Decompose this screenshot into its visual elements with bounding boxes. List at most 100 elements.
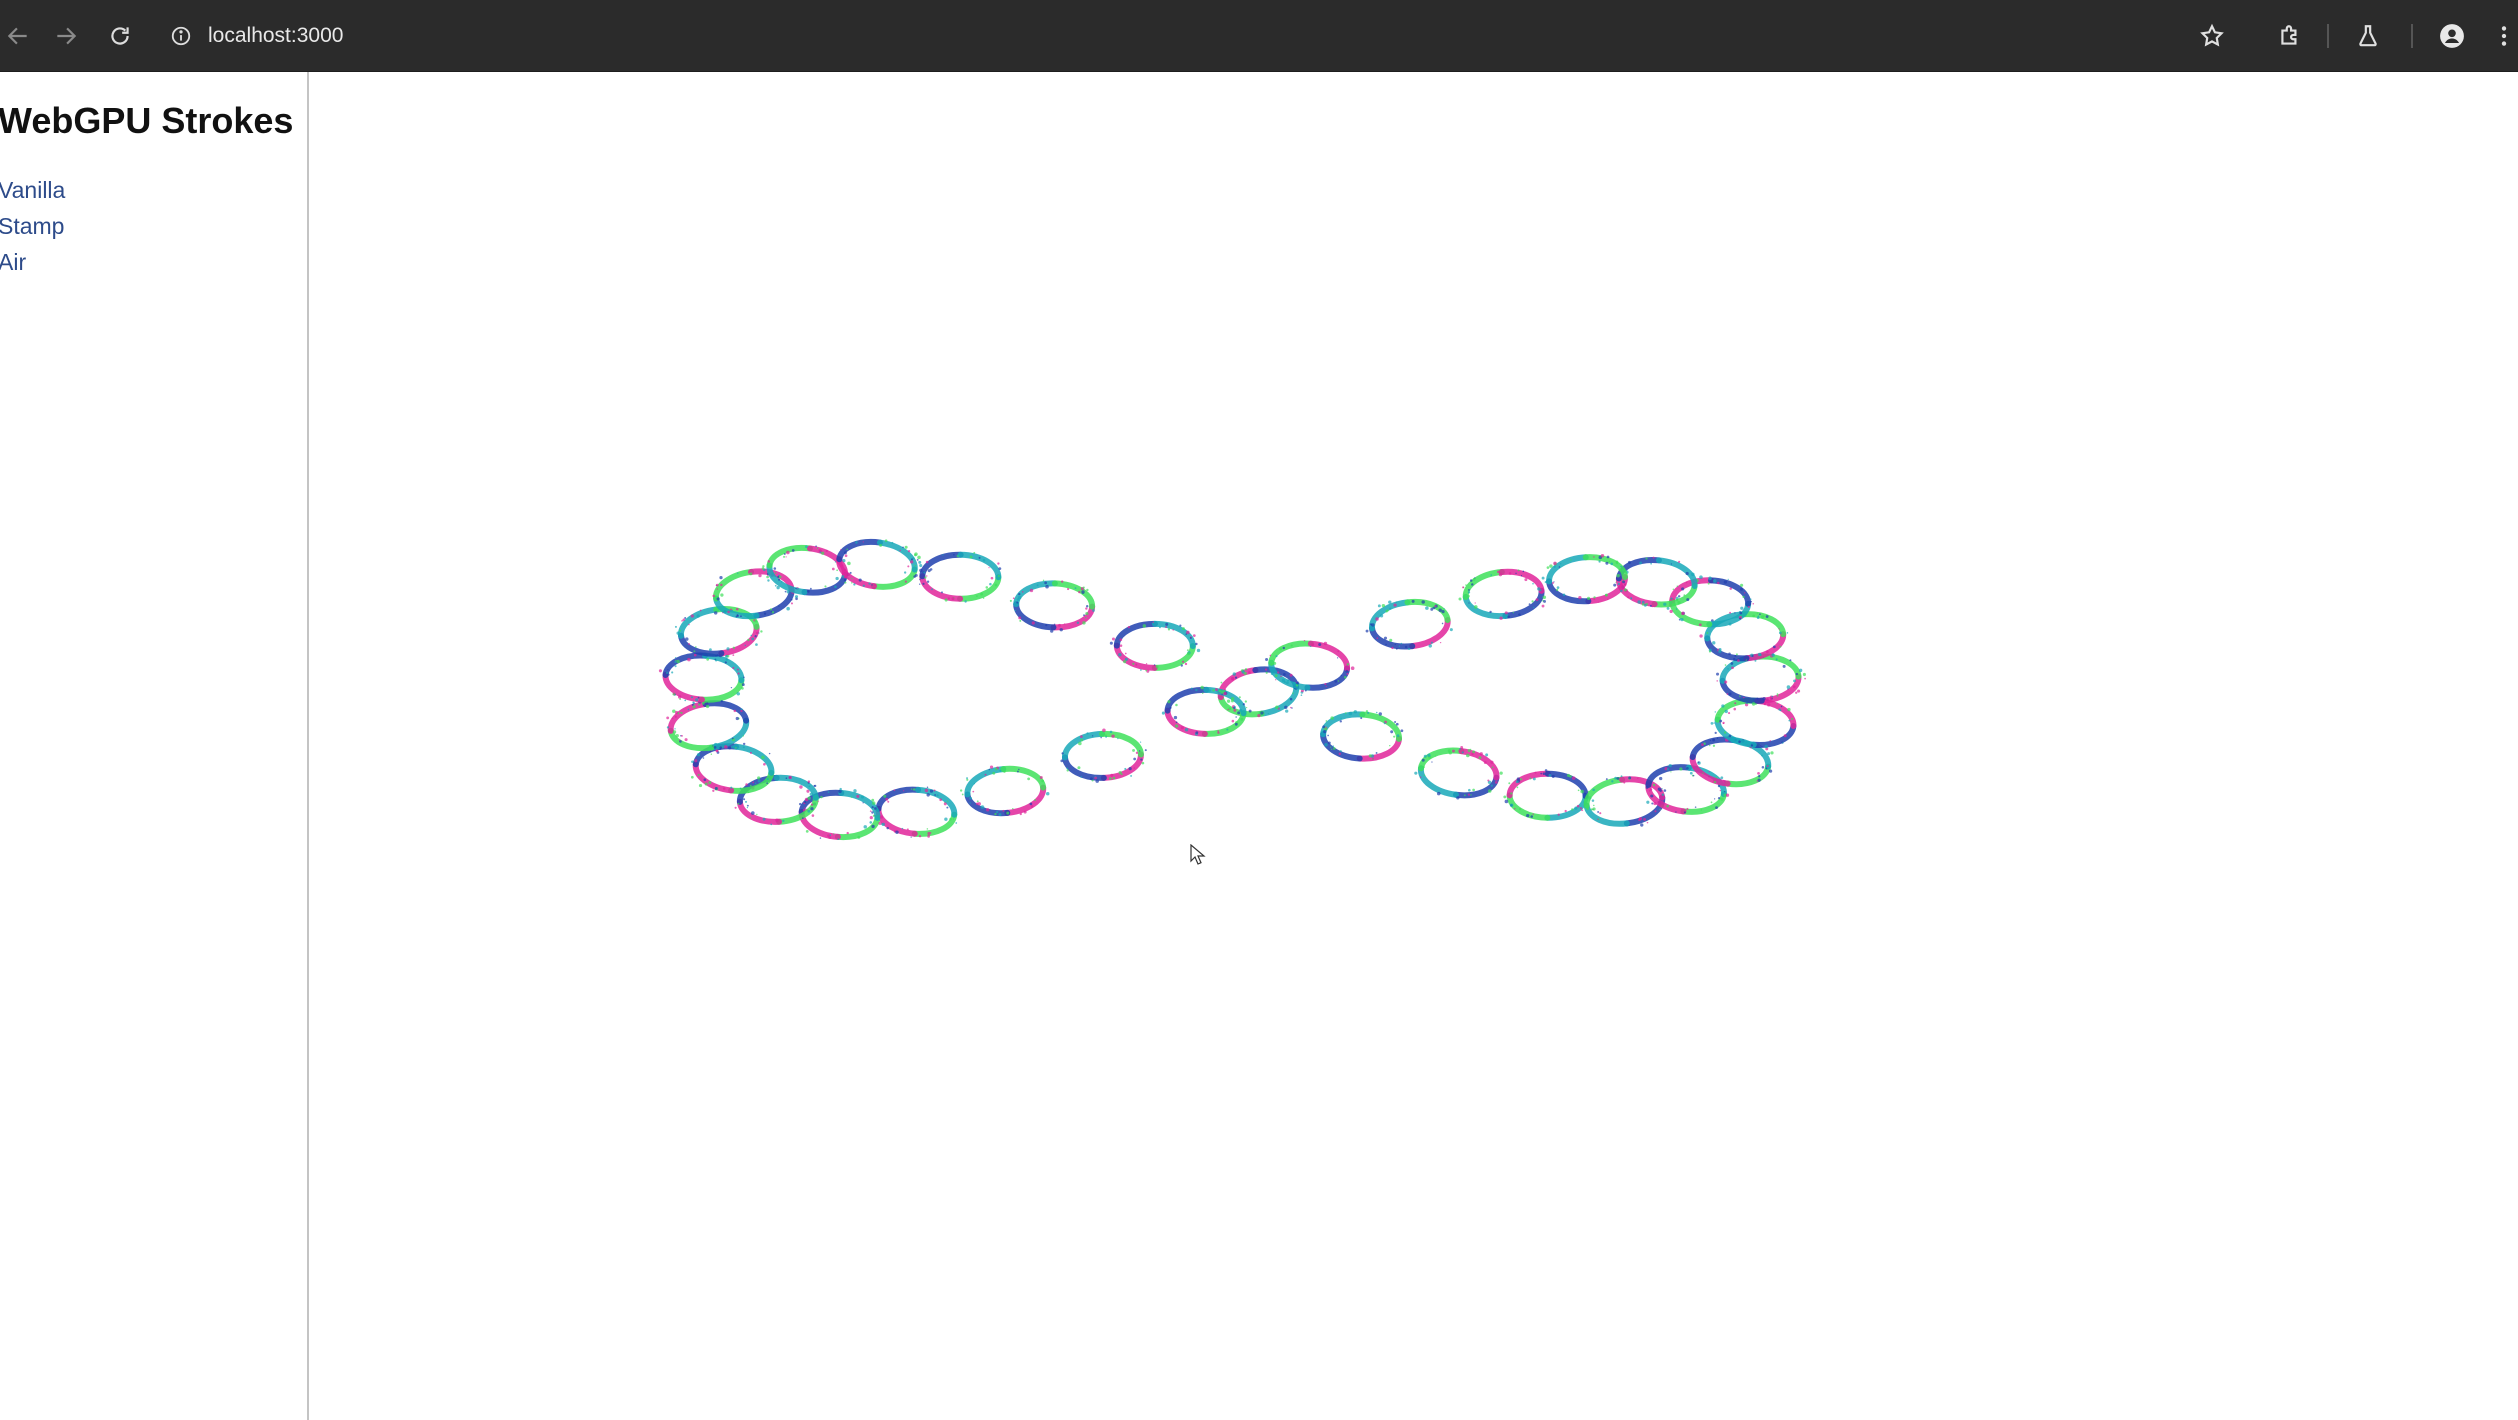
stamp-speckle	[750, 811, 755, 815]
stamp-speckle	[942, 554, 944, 556]
stroke-canvas[interactable]	[311, 72, 2518, 1420]
stamp-arc	[1462, 568, 1505, 600]
stamp-speckle	[1270, 672, 1274, 675]
address-bar[interactable]: localhost:3000	[170, 18, 343, 54]
stamp-speckle	[1425, 606, 1429, 610]
stamp-speckle	[713, 742, 718, 747]
nav-link-stamp[interactable]: Stamp	[0, 208, 65, 244]
stamp-speckle	[671, 671, 674, 674]
stamp-speckle	[1535, 598, 1539, 602]
stamp-speckle	[1742, 595, 1745, 599]
stamp-speckle	[1471, 752, 1474, 756]
stamp-speckle	[720, 699, 723, 703]
stroke-drawing	[658, 538, 1806, 841]
stamp-speckle	[1175, 703, 1178, 707]
stamp-speckle	[1414, 771, 1418, 775]
stamp-speckle	[743, 676, 745, 679]
stamp-speckle	[1165, 626, 1168, 629]
stamp-speckle	[725, 658, 729, 661]
stamp-speckle	[1532, 582, 1534, 585]
stamp-speckle	[758, 573, 762, 578]
stamp-speckle	[914, 573, 918, 577]
stamp-speckle	[751, 637, 755, 641]
stamp-speckle	[713, 745, 717, 749]
reload-icon[interactable]	[102, 18, 138, 54]
stamp-speckle	[1323, 730, 1327, 734]
stamp-speckle	[1393, 603, 1397, 607]
stamp-speckle	[1192, 634, 1196, 637]
stamp-speckle	[1133, 757, 1137, 761]
stamp-speckle	[1508, 572, 1512, 575]
stamp-speckle	[805, 830, 809, 833]
stamp-speckle	[904, 545, 908, 549]
stamp-speckle	[1027, 777, 1031, 781]
forward-arrow-icon[interactable]	[48, 18, 84, 54]
stamp-speckle	[1279, 647, 1283, 651]
stamp-speckle	[1752, 603, 1755, 605]
stamp-speckle	[698, 703, 701, 706]
stamp-speckle	[1231, 719, 1235, 723]
stamp-speckle	[1389, 744, 1391, 747]
stamp-speckle	[1503, 795, 1507, 799]
stamp-speckle	[740, 615, 742, 618]
stamp-speckle	[990, 576, 994, 580]
puzzle-icon[interactable]	[2272, 18, 2308, 54]
back-arrow-icon[interactable]	[0, 18, 36, 54]
stamp-speckle	[1720, 797, 1724, 801]
stamp-speckle	[1672, 588, 1675, 590]
url-text[interactable]: localhost:3000	[208, 24, 343, 48]
stamp-speckle	[757, 776, 761, 780]
stamp-speckle	[1756, 780, 1759, 782]
stamp-speckle	[994, 583, 998, 587]
stamp-speckle	[964, 600, 967, 603]
stamp-speckle	[1653, 801, 1657, 806]
stamp-speckle	[1195, 642, 1198, 646]
stamp-speckle	[1724, 790, 1726, 793]
stamp-speckle	[1616, 573, 1620, 578]
stamp-speckle	[754, 619, 758, 623]
stroke-stamp	[872, 786, 958, 838]
stamp-speckle	[732, 654, 735, 656]
nav-link-vanilla[interactable]: Vanilla	[0, 172, 65, 208]
person-icon[interactable]	[2434, 18, 2470, 54]
stamp-arc	[713, 568, 755, 602]
stamp-speckle	[1019, 812, 1022, 816]
stamp-speckle	[1212, 689, 1215, 692]
nav-link-air[interactable]: Air	[0, 244, 65, 280]
stroke-stamp	[1264, 639, 1355, 692]
stamp-speckle	[1722, 722, 1725, 724]
stamp-speckle	[778, 605, 780, 607]
stamp-speckle	[1080, 776, 1083, 778]
stamp-speckle	[1438, 608, 1442, 612]
stamp-speckle	[1679, 767, 1683, 771]
stamp-speckle	[857, 835, 861, 839]
stamp-speckle	[1303, 639, 1306, 642]
stamp-speckle	[694, 759, 698, 763]
stamp-speckle	[914, 565, 917, 567]
stamp-speckle	[1133, 767, 1136, 769]
stamp-speckle	[1692, 766, 1695, 769]
stamp-arc	[876, 539, 918, 573]
star-icon[interactable]	[2194, 18, 2230, 54]
flask-icon[interactable]	[2350, 18, 2386, 54]
stamp-speckle	[762, 565, 765, 568]
stamp-speckle	[795, 592, 797, 594]
stamp-speckle	[1439, 641, 1442, 644]
stamp-speckle	[1300, 694, 1303, 697]
stamp-speckle	[988, 768, 991, 771]
stamp-speckle	[1180, 664, 1183, 667]
stamp-speckle	[1751, 654, 1754, 657]
stamp-speckle	[1201, 692, 1204, 694]
stamp-speckle	[1287, 679, 1290, 682]
stamp-speckle	[816, 547, 819, 550]
info-icon[interactable]	[170, 25, 192, 47]
kebab-menu-icon[interactable]	[2490, 18, 2518, 54]
stamp-speckle	[899, 549, 901, 552]
stamp-speckle	[1654, 810, 1657, 813]
stamp-speckle	[770, 610, 773, 613]
stamp-speckle	[1553, 561, 1557, 566]
stamp-speckle	[809, 792, 813, 796]
stamp-speckle	[819, 837, 822, 839]
stamp-arc	[1268, 640, 1314, 666]
stamp-speckle	[1727, 578, 1729, 581]
